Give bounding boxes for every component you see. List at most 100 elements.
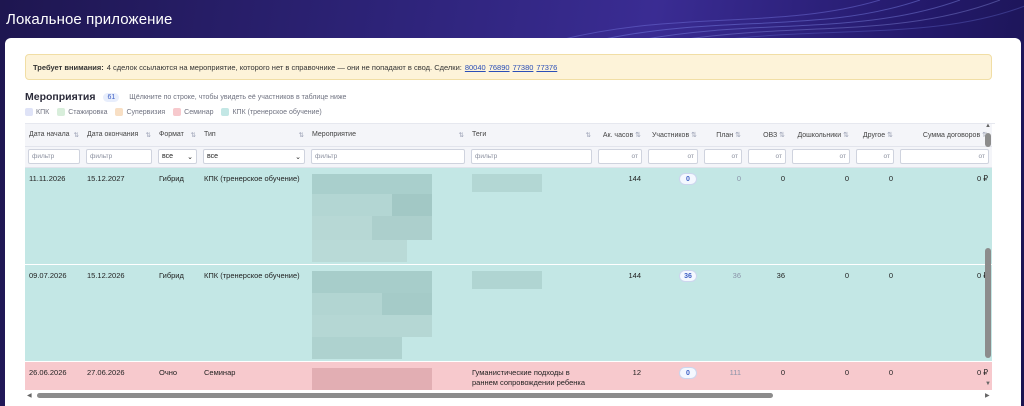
col-format[interactable]: Формат ⇅ <box>155 124 200 147</box>
main-panel: Требует внимания: 4 сделок ссылаются на … <box>5 38 1021 406</box>
cell-tags: Гуманистические подходы в раннем сопрово… <box>468 361 595 390</box>
sort-icon[interactable]: ⇅ <box>191 131 196 139</box>
legend-item-seminar: Семинар <box>173 108 213 116</box>
redacted-block <box>312 367 432 390</box>
col-plan[interactable]: План ⇅ <box>701 124 745 147</box>
cell-participants: 0 <box>645 361 701 390</box>
sort-icon[interactable]: ⇅ <box>691 132 697 139</box>
cell-type: Семинар <box>200 361 308 390</box>
filter-preschool[interactable]: от <box>792 149 850 164</box>
scroll-up-icon[interactable]: ▲ <box>985 123 991 129</box>
legend-swatch <box>115 108 124 116</box>
filter-type-select[interactable]: все ⌄ <box>203 149 305 164</box>
participants-badge[interactable]: 0 <box>679 172 697 185</box>
filter-event[interactable]: фильтр <box>311 149 465 164</box>
legend-label: Семинар <box>184 108 214 116</box>
sort-icon[interactable]: ⇅ <box>299 131 304 139</box>
participants-badge[interactable]: 36 <box>679 269 697 282</box>
participants-badge[interactable]: 0 <box>679 366 697 379</box>
cell-format: Очно <box>155 361 200 390</box>
filter-ovz[interactable]: от <box>748 149 786 164</box>
sort-icon[interactable]: ⇅ <box>779 132 785 139</box>
app-title: Локальное приложение <box>6 10 173 28</box>
col-end-date[interactable]: Дата окончания ⇅ <box>83 124 155 147</box>
scroll-down-icon[interactable]: ▼ <box>985 381 991 387</box>
scroll-right-icon[interactable]: ▶ <box>985 392 990 399</box>
sort-icon[interactable]: ⇅ <box>887 132 893 139</box>
filter-row: фильтр фильтр все ⌄ все ⌄ фильтр фильтр от… <box>25 146 992 168</box>
cell-end-date: 27.06.2026 <box>83 361 155 390</box>
cell-event-redacted <box>308 167 468 265</box>
cell-event-redacted <box>308 264 468 362</box>
table-vertical-scrollbar[interactable]: ▲ ▼ <box>983 123 993 390</box>
table-horizontal-scrollbar[interactable]: ◀ ▶ <box>25 390 995 400</box>
filter-sum[interactable]: от <box>900 149 989 164</box>
filter-plan[interactable]: от <box>704 149 742 164</box>
chevron-down-icon: ⌄ <box>295 153 301 161</box>
app-header: Локальное приложение <box>0 0 1024 38</box>
filter-start-date[interactable]: фильтр <box>28 149 80 164</box>
events-count-badge: 61 <box>103 92 120 102</box>
col-tags[interactable]: Теги ⇅ <box>468 124 595 147</box>
scrollbar-thumb-top[interactable] <box>985 133 991 147</box>
deal-link-77376[interactable]: 77376 <box>536 63 557 72</box>
legend-label: КПК (тренерское обучение) <box>232 108 322 116</box>
table-row[interactable]: 09.07.2026 15.12.2026 Гибрид КПК (тренер… <box>25 264 992 362</box>
redacted-block <box>312 173 432 262</box>
sort-icon[interactable]: ⇅ <box>586 131 591 139</box>
legend-item-internship: Стажировка <box>57 108 107 116</box>
cell-event-redacted <box>308 361 468 390</box>
legend-item-kpk: КПК <box>25 108 49 116</box>
filter-hours[interactable]: от <box>598 149 642 164</box>
legend-label: Стажировка <box>68 108 108 116</box>
sort-icon[interactable]: ⇅ <box>735 132 741 139</box>
filter-other[interactable]: от <box>856 149 894 164</box>
col-preschool[interactable]: Дошкольники ⇅ <box>789 124 853 147</box>
scrollbar-thumb[interactable] <box>985 248 991 358</box>
deal-link-77380[interactable]: 77380 <box>513 63 534 72</box>
legend-item-kpk-trainer: КПК (тренерское обучение) <box>221 108 322 116</box>
col-ovz[interactable]: ОВЗ ⇅ <box>745 124 789 147</box>
deal-link-76890[interactable]: 76890 <box>489 63 510 72</box>
scrollbar-thumb[interactable] <box>37 393 773 398</box>
col-start-date[interactable]: Дата начала ⇅ <box>25 124 83 147</box>
scroll-left-icon[interactable]: ◀ <box>27 392 32 399</box>
cell-start-date: 11.11.2026 <box>25 167 83 265</box>
redacted-block <box>312 270 432 359</box>
sort-icon[interactable]: ⇅ <box>146 131 151 139</box>
cell-end-date: 15.12.2027 <box>83 167 155 265</box>
type-legend: КПК Стажировка Супервизия Семинар КПК (т… <box>25 108 322 116</box>
col-type[interactable]: Тип ⇅ <box>200 124 308 147</box>
cell-ovz: 0 <box>745 361 789 390</box>
sort-icon[interactable]: ⇅ <box>635 132 641 139</box>
filter-participants[interactable]: от <box>648 149 698 164</box>
legend-swatch <box>57 108 66 116</box>
table-header-row: Дата начала ⇅ Дата окончания ⇅ Формат ⇅ … <box>25 124 992 147</box>
legend-swatch <box>221 108 230 116</box>
filter-format-select[interactable]: все ⌄ <box>158 149 197 164</box>
attention-alert: Требует внимания: 4 сделок ссылаются на … <box>25 54 992 80</box>
cell-tags-redacted <box>468 264 595 362</box>
col-hours[interactable]: Ак. часов ⇅ <box>595 124 645 147</box>
cell-participants: 0 <box>645 167 701 265</box>
table-row[interactable]: 11.11.2026 15.12.2027 Гибрид КПК (тренер… <box>25 167 992 265</box>
cell-format: Гибрид <box>155 264 200 362</box>
cell-ovz: 0 <box>745 167 789 265</box>
filter-tags[interactable]: фильтр <box>471 149 592 164</box>
sort-icon[interactable]: ⇅ <box>843 132 849 139</box>
table-row[interactable]: 26.06.2026 27.06.2026 Очно Семинар Гуман… <box>25 361 992 390</box>
cell-tags-redacted <box>468 167 595 265</box>
col-event[interactable]: Мероприятие ⇅ <box>308 124 468 147</box>
chevron-down-icon: ⌄ <box>187 153 193 161</box>
legend-label: Супервизия <box>126 108 166 116</box>
sort-icon[interactable]: ⇅ <box>459 131 464 139</box>
events-header: Мероприятия 61 Щёлкните по строке, чтобы… <box>25 91 346 103</box>
sort-icon[interactable]: ⇅ <box>74 131 79 139</box>
cell-other: 0 <box>853 361 897 390</box>
deal-link-80040[interactable]: 80040 <box>465 63 486 72</box>
col-participants[interactable]: Участников ⇅ <box>645 124 701 147</box>
col-sum[interactable]: Сумма договоров ⇅ <box>897 124 992 147</box>
col-other[interactable]: Другое ⇅ <box>853 124 897 147</box>
filter-end-date[interactable]: фильтр <box>86 149 152 164</box>
cell-hours: 144 <box>595 167 645 265</box>
